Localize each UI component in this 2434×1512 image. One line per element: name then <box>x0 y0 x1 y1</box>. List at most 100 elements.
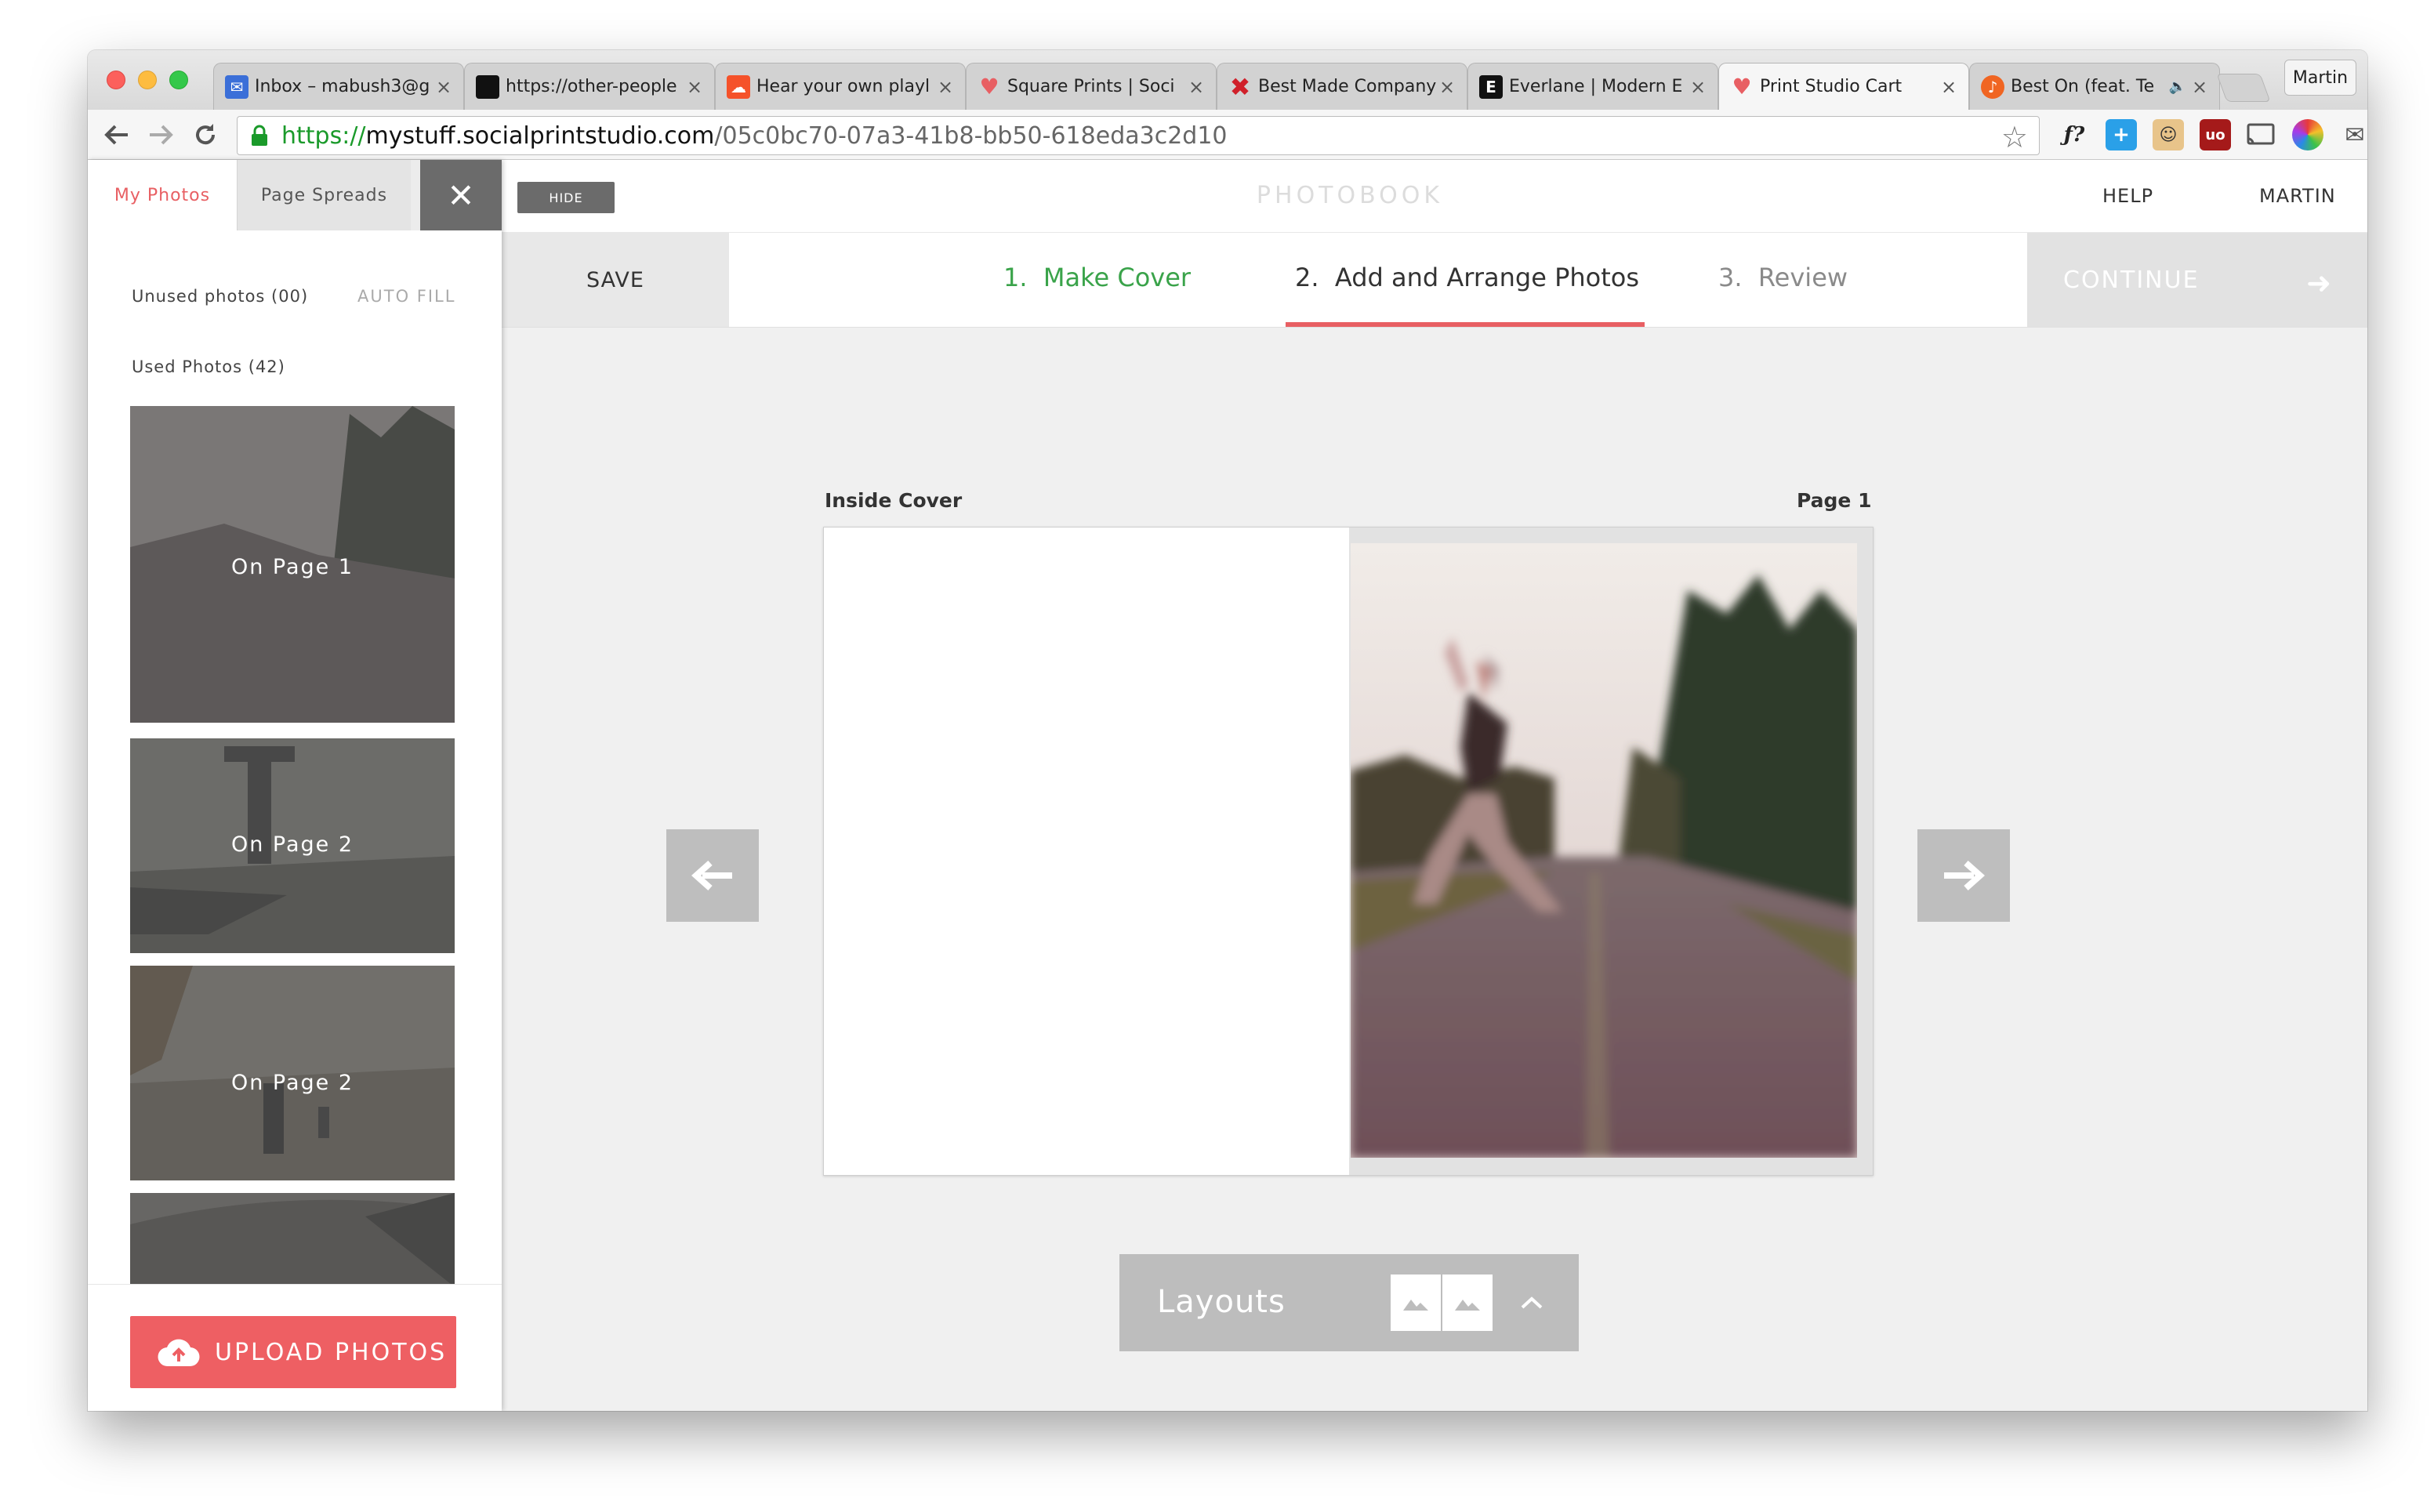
plus-extension-icon[interactable]: + <box>2106 119 2137 150</box>
everlane-e-icon: E <box>1479 74 1503 99</box>
tab-my-photos[interactable]: My Photos <box>88 160 237 230</box>
url-host: mystuff.socialprintstudio.com <box>365 121 715 150</box>
browser-window: ✉ Inbox – mabush3@g × https://other-peop… <box>88 50 2367 1411</box>
photo-page-label: On Page 2 <box>230 832 354 857</box>
browser-tab-print-studio-cart[interactable]: ♥ Print Studio Cart × <box>1718 63 1969 110</box>
back-arrow-icon[interactable] <box>99 118 133 152</box>
url-protocol: https:// <box>281 121 366 150</box>
tab-close-icon[interactable]: × <box>1940 76 1957 98</box>
photo-thumbnail[interactable] <box>130 1193 455 1284</box>
layout-option-left[interactable] <box>1391 1275 1441 1331</box>
heart-logo-icon: ♥ <box>1732 74 1752 100</box>
browser-tab-other-people[interactable]: https://other-people × <box>464 63 715 110</box>
used-photos-label: Used Photos (42) <box>132 357 285 376</box>
speaker-icon[interactable]: 🔈 <box>2169 78 2186 95</box>
tab-page-spreads[interactable]: Page Spreads <box>237 160 411 230</box>
photo-sidebar: My Photos Page Spreads ✕ Unused photos (… <box>88 160 502 1411</box>
profile-button[interactable]: Martin <box>2284 60 2356 96</box>
inside-cover-page[interactable] <box>824 528 1349 1175</box>
window-minimize-button[interactable] <box>138 71 157 89</box>
step-label: Add and Arrange Photos <box>1334 263 1640 292</box>
layouts-label: Layouts <box>1157 1284 1286 1320</box>
photo-page-label: On Page 1 <box>230 555 354 579</box>
tab-close-icon[interactable]: × <box>1438 76 1456 98</box>
browser-toolbar: https://mystuff.socialprintstudio.com/05… <box>88 110 2367 160</box>
upload-photos-button[interactable]: UPLOAD PHOTOS <box>130 1316 456 1388</box>
page-spread <box>823 527 1874 1176</box>
help-link[interactable]: HELP <box>2102 185 2153 207</box>
mail-check-icon[interactable]: ✉ <box>2339 119 2367 150</box>
browser-tab-square-prints[interactable]: ♥ Square Prints | Soci × <box>966 63 1217 110</box>
previous-spread-button[interactable] <box>666 829 759 922</box>
browser-tabs: ✉ Inbox – mabush3@g × https://other-peop… <box>213 63 2220 110</box>
tab-title: Hear your own playl <box>756 77 930 96</box>
window-maximize-button[interactable] <box>169 71 188 89</box>
upload-label: UPLOAD PHOTOS <box>215 1338 448 1366</box>
browser-tab-best-made[interactable]: ✖ Best Made Company × <box>1217 63 1467 110</box>
auto-fill-button[interactable]: AUTO FILL <box>357 287 455 306</box>
url-path: /05c0bc70-07a3-41b8-bb50-618eda3c2d10 <box>714 121 1228 150</box>
step-number: 2. <box>1295 263 1319 292</box>
face-extension-icon[interactable]: ☺ <box>2153 119 2184 150</box>
mountain-image-icon <box>1403 1300 1428 1311</box>
photobook-app: HIDE PHOTOBOOK HELP MARTIN SAVE 1. Make … <box>88 160 2367 1411</box>
color-wheel-icon[interactable] <box>2292 119 2323 150</box>
browser-tab-inbox[interactable]: ✉ Inbox – mabush3@g × <box>213 63 464 110</box>
tab-close-icon[interactable]: × <box>435 76 452 98</box>
reload-icon[interactable] <box>188 118 223 152</box>
layouts-panel[interactable]: Layouts <box>1119 1254 1579 1351</box>
step-number: 3. <box>1718 263 1743 292</box>
cast-icon[interactable] <box>2245 119 2276 150</box>
browser-tab-soundcloud[interactable]: ☁ Hear your own playl × <box>715 63 966 110</box>
tab-close-icon[interactable]: × <box>937 76 954 98</box>
tab-close-icon[interactable]: × <box>1689 76 1707 98</box>
tab-close-icon[interactable]: × <box>2191 76 2208 98</box>
continue-button[interactable]: CONTINUE ➜ <box>2027 233 2367 327</box>
step-make-cover[interactable]: 1. Make Cover <box>1003 263 1191 292</box>
save-button[interactable]: SAVE <box>502 233 729 327</box>
next-spread-button[interactable] <box>1917 829 2010 922</box>
user-menu-link[interactable]: MARTIN <box>2259 185 2336 207</box>
inside-cover-label: Inside Cover <box>825 489 963 512</box>
bookmark-star-icon[interactable]: ☆ <box>2001 120 2028 154</box>
font-finder-icon[interactable]: ƒ? <box>2059 119 2090 150</box>
mail-icon: ✉ <box>225 74 248 99</box>
tab-title: Everlane | Modern E <box>1509 77 1683 96</box>
sidebar-tabs: My Photos Page Spreads ✕ <box>88 160 502 230</box>
photo-thumbnail[interactable]: On Page 1 <box>130 406 455 723</box>
photo-thumbnail[interactable]: On Page 2 <box>130 966 455 1180</box>
red-x-icon: ✖ <box>1229 71 1251 102</box>
unused-photos-label: Unused photos (00) <box>132 287 309 306</box>
tab-title: Print Studio Cart <box>1760 77 1903 96</box>
photo-thumbnail[interactable]: On Page 2 <box>130 738 455 953</box>
arrow-left-icon <box>691 861 732 890</box>
tab-close-icon[interactable]: × <box>1188 76 1205 98</box>
browser-tab-best-on[interactable]: ♪ Best On (feat. Te 🔈 × <box>1969 63 2220 110</box>
lock-icon <box>252 125 267 146</box>
brand-title: PHOTOBOOK <box>1256 182 1444 209</box>
step-number: 1. <box>1003 263 1028 292</box>
step-review[interactable]: 3. Review <box>1718 263 1848 292</box>
page-1-photo[interactable] <box>1351 543 1857 1158</box>
window-close-button[interactable] <box>107 71 125 89</box>
photo-page-label: On Page 2 <box>230 1071 354 1095</box>
step-add-arrange-photos[interactable]: 2. Add and Arrange Photos <box>1295 263 1639 292</box>
page-1-label: Page 1 <box>1797 489 1872 512</box>
heart-logo-icon: ♥ <box>979 74 999 100</box>
music-note-icon: ♪ <box>1981 74 2004 99</box>
forward-arrow-icon[interactable] <box>144 118 179 152</box>
browser-tab-everlane[interactable]: E Everlane | Modern E × <box>1467 63 1718 110</box>
tab-title: Best Made Company <box>1258 77 1437 96</box>
active-step-underline <box>1286 322 1645 327</box>
close-icon[interactable]: ✕ <box>420 160 502 230</box>
tab-title: Square Prints | Soci <box>1007 77 1175 96</box>
new-tab-button[interactable] <box>2216 74 2271 102</box>
step-label: Make Cover <box>1043 263 1192 292</box>
chevron-up-icon[interactable] <box>1513 1284 1551 1322</box>
layout-option-right[interactable] <box>1442 1275 1493 1331</box>
tab-close-icon[interactable]: × <box>686 76 703 98</box>
address-bar[interactable]: https://mystuff.socialprintstudio.com/05… <box>237 116 2040 155</box>
hide-sidebar-button[interactable]: HIDE <box>517 182 615 213</box>
tab-strip: ✉ Inbox – mabush3@g × https://other-peop… <box>88 50 2367 110</box>
ublock-icon[interactable]: uo <box>2200 119 2231 150</box>
